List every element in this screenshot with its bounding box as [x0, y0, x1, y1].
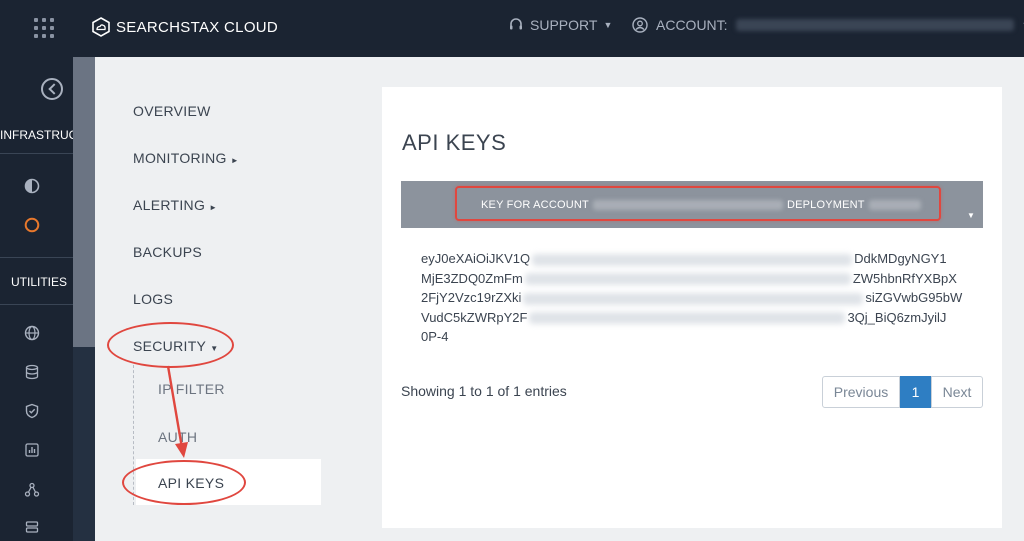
network-nodes-icon[interactable]	[24, 482, 40, 498]
nav-label: OVERVIEW	[133, 103, 211, 119]
shield-check-icon[interactable]	[24, 403, 40, 419]
server-icon[interactable]	[24, 520, 40, 536]
key-redacted	[523, 292, 864, 305]
account-label: ACCOUNT:	[656, 17, 728, 33]
database-icon[interactable]	[24, 364, 40, 380]
divider	[0, 304, 73, 305]
nav-label: LOGS	[133, 291, 174, 307]
key-redacted	[532, 253, 853, 266]
annotation-arrow-icon	[166, 365, 188, 458]
divider	[0, 257, 73, 258]
key-redacted	[524, 273, 851, 286]
key-line: MjE3ZDQ0ZmFm ZW5hbnRfYXBpX	[421, 269, 969, 289]
key-redacted	[529, 312, 846, 325]
globe-icon[interactable]	[24, 325, 40, 341]
rail-scrollbar-thumb[interactable]	[73, 57, 95, 347]
nav-label: ALERTING	[133, 197, 206, 213]
support-label: SUPPORT	[530, 17, 598, 33]
headset-icon	[510, 18, 522, 30]
divider	[0, 153, 73, 154]
rail-section-infrastructure: INFRASTRUCT	[0, 128, 73, 142]
nav-item-overview[interactable]: OVERVIEW	[133, 103, 211, 119]
key-fragment: ZW5hbnRfYXBpX	[852, 270, 957, 286]
nav-item-alerting[interactable]: ALERTING ►	[133, 197, 217, 213]
api-keys-highlight-ellipse	[122, 460, 246, 505]
account-name-redacted	[735, 19, 1014, 31]
nav-item-logs[interactable]: LOGS	[133, 291, 173, 307]
apps-grid-icon[interactable]	[34, 18, 56, 40]
nav-label: MONITORING	[133, 150, 227, 166]
key-line: VudC5kZWRpY2F 3Qj_BiQ6zmJyilJ	[421, 308, 969, 328]
chevron-right-icon: ►	[209, 203, 218, 212]
page-1-button[interactable]: 1	[900, 376, 931, 408]
user-circle-icon	[632, 17, 648, 33]
table-info: Showing 1 to 1 of 1 entries	[401, 383, 567, 399]
next-page-button[interactable]: Next	[931, 376, 983, 408]
chevron-right-icon: ►	[230, 156, 239, 165]
key-fragment: 0P-4	[421, 329, 449, 345]
half-circle-icon[interactable]	[24, 178, 40, 194]
key-line: eyJ0eXAiOiJKV1Q DdkMDgyNGY1	[421, 249, 969, 269]
nav-item-monitoring[interactable]: MONITORING ►	[133, 150, 239, 166]
key-line: 2FjY2Vzc19rZXki siZGVwbG95bW	[421, 288, 969, 308]
cloud-logo-icon	[92, 17, 110, 37]
rail-section-utilities: UTILITIES	[11, 275, 68, 289]
nav-item-backups[interactable]: BACKUPS	[133, 244, 202, 260]
key-fragment: eyJ0eXAiOiJKV1Q	[421, 251, 531, 266]
key-fragment: MjE3ZDQ0ZmFm	[421, 270, 523, 286]
deployment-circle-icon[interactable]	[24, 217, 40, 233]
key-fragment: 2FjY2Vzc19rZXki	[421, 290, 522, 306]
key-fragment: siZGVwbG95bW	[865, 290, 963, 306]
key-fragment: VudC5kZWRpY2F	[421, 309, 528, 325]
page-title: API KEYS	[402, 130, 507, 155]
brand-name: SEARCHSTAX CLOUD	[116, 18, 279, 36]
key-fragment: 3Qj_BiQ6zmJyilJ	[847, 309, 947, 325]
chevron-down-icon: ▼	[603, 20, 613, 30]
nav-label: BACKUPS	[133, 244, 203, 260]
account-menu[interactable]: ACCOUNT: ▼	[632, 17, 1024, 33]
key-line: 0P-4	[421, 327, 969, 347]
table-header-highlight-box	[455, 186, 941, 221]
collapse-back-icon[interactable]	[41, 78, 63, 100]
key-fragment: DdkMDgyNGY1	[854, 251, 947, 266]
support-menu[interactable]: SUPPORT ▼	[508, 17, 612, 33]
sort-icon[interactable]: ▼	[967, 211, 975, 220]
previous-page-button[interactable]: Previous	[822, 376, 900, 408]
pagination: Previous 1 Next	[822, 376, 983, 408]
api-key-cell: eyJ0eXAiOiJKV1Q DdkMDgyNGY1 MjE3ZDQ0ZmFm Z…	[421, 249, 969, 347]
brand-logo[interactable]: SEARCHSTAX CLOUD	[92, 17, 278, 37]
bar-chart-icon[interactable]	[24, 442, 40, 458]
